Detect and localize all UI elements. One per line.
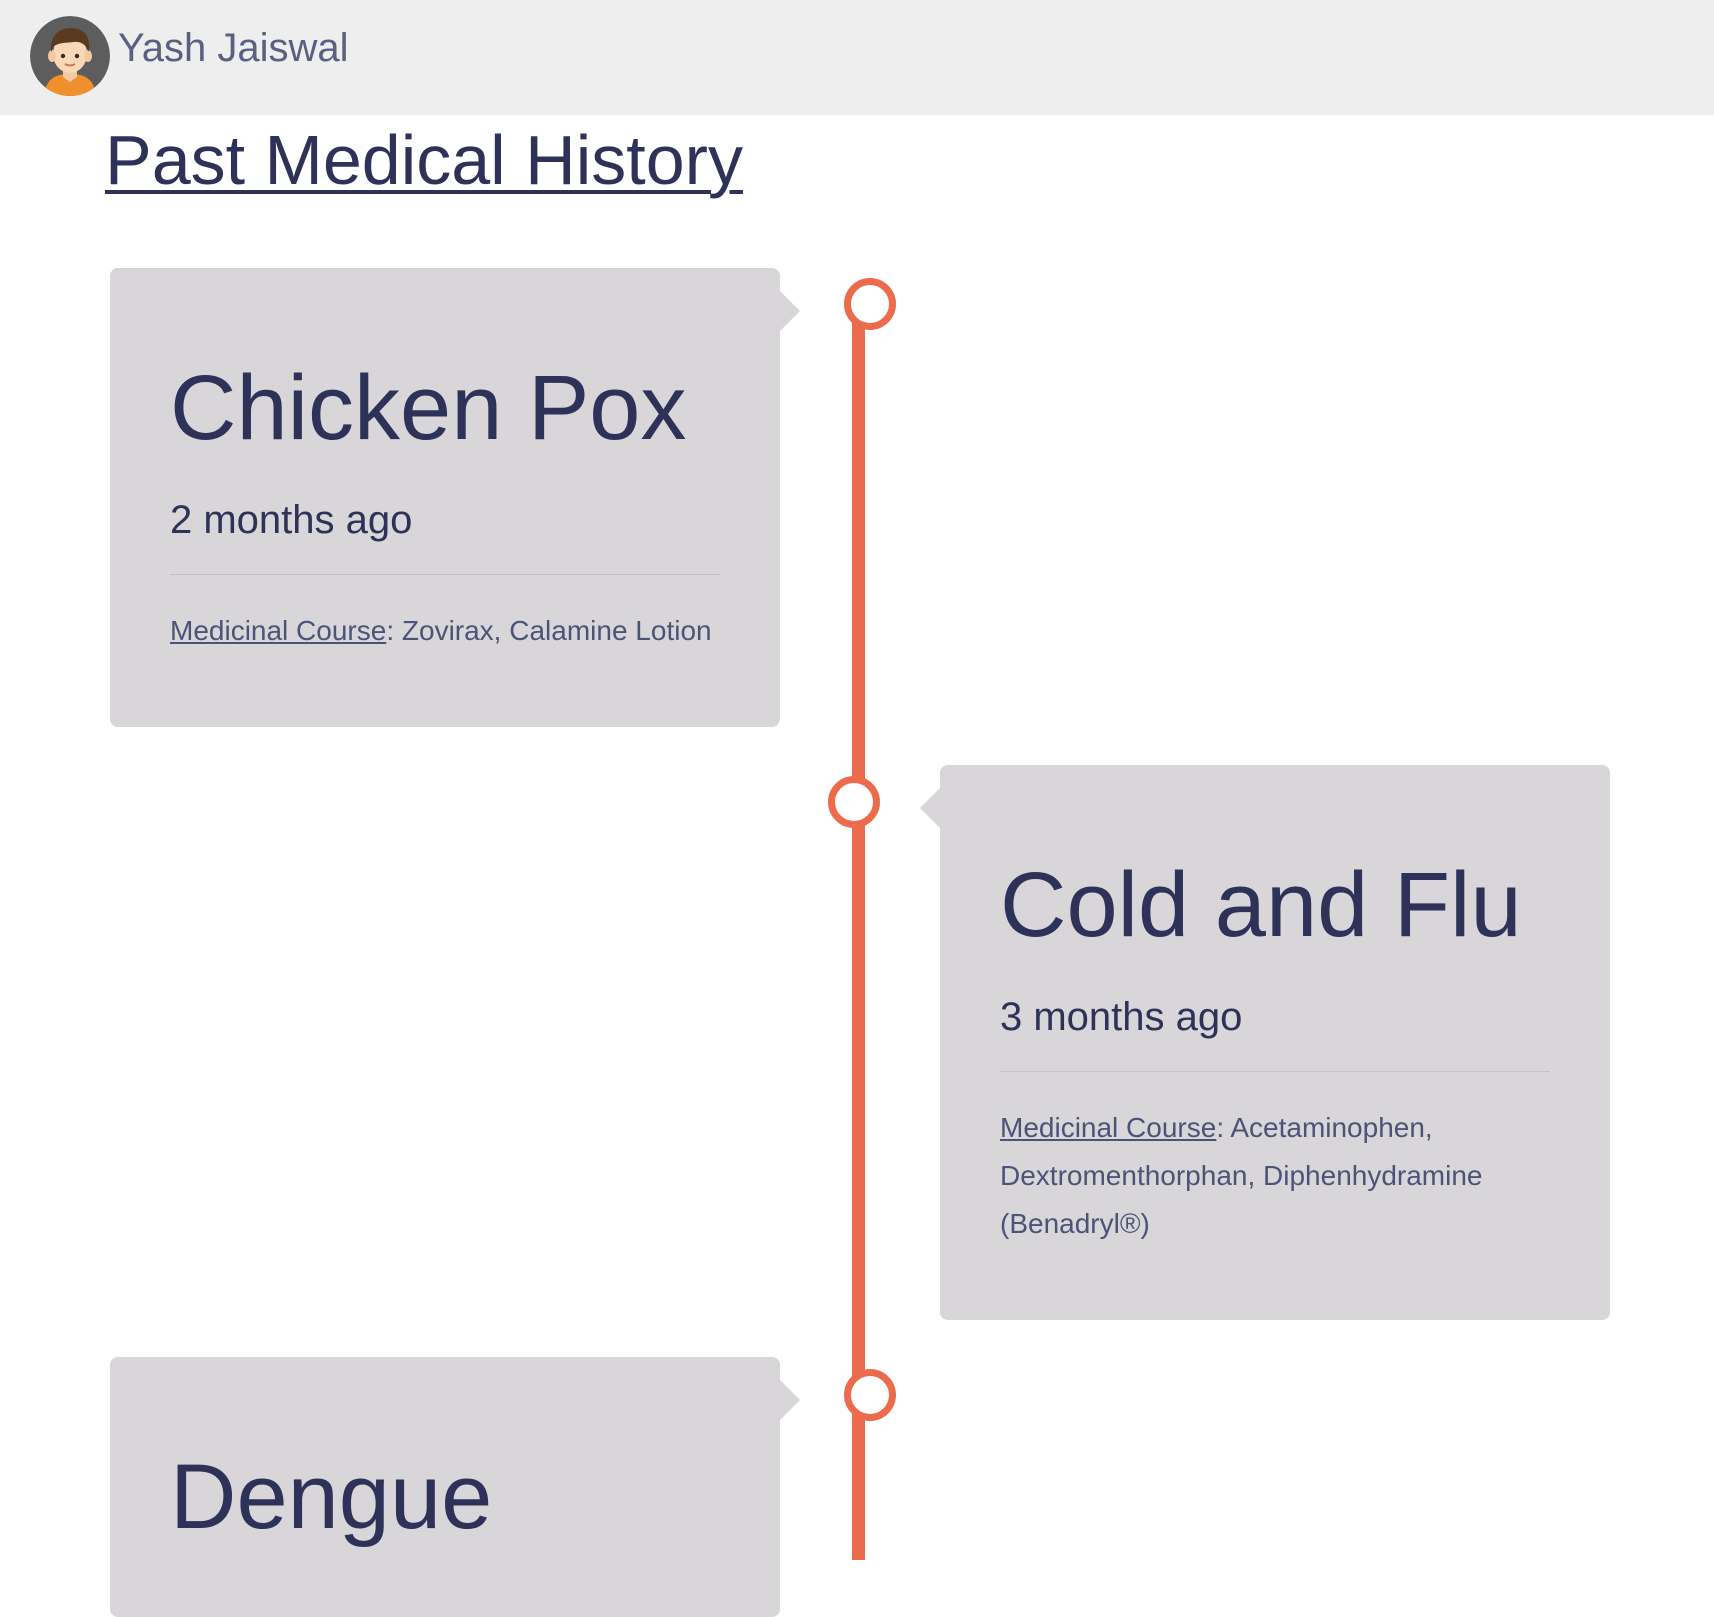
card-divider xyxy=(170,574,720,575)
avatar[interactable] xyxy=(30,16,110,96)
medicinal-course-value: Zovirax, Calamine Lotion xyxy=(401,615,712,646)
history-card: Cold and Flu 3 months ago Medicinal Cour… xyxy=(920,765,1610,1320)
history-card: Dengue xyxy=(110,1357,800,1617)
condition-title: Dengue xyxy=(170,1446,493,1548)
medicinal-course: Medicinal Course: Zovirax, Calamine Loti… xyxy=(170,607,720,727)
user-avatar-icon xyxy=(30,16,110,96)
medicinal-course-link[interactable]: Medicinal Course xyxy=(1000,1112,1216,1143)
timeline-marker xyxy=(828,776,880,828)
condition-date: 2 months ago xyxy=(170,498,413,542)
history-card: Chicken Pox 2 months ago Medicinal Cours… xyxy=(110,268,800,727)
timeline-marker xyxy=(844,278,896,330)
card-divider xyxy=(1000,1071,1550,1072)
condition-title: Chicken Pox xyxy=(170,357,687,459)
top-bar: Yash Jaiswal xyxy=(0,0,1714,115)
condition-date: 3 months ago xyxy=(1000,995,1243,1039)
page-title[interactable]: Past Medical History xyxy=(105,118,743,202)
user-name: Yash Jaiswal xyxy=(118,26,349,70)
condition-title: Cold and Flu xyxy=(1000,854,1522,956)
medicinal-course: Medicinal Course: Acetaminophen, Dextrom… xyxy=(1000,1104,1550,1320)
medicinal-course-link[interactable]: Medicinal Course xyxy=(170,615,386,646)
timeline-marker xyxy=(844,1369,896,1421)
course-separator: : xyxy=(1216,1112,1231,1143)
course-separator: : xyxy=(386,615,402,646)
